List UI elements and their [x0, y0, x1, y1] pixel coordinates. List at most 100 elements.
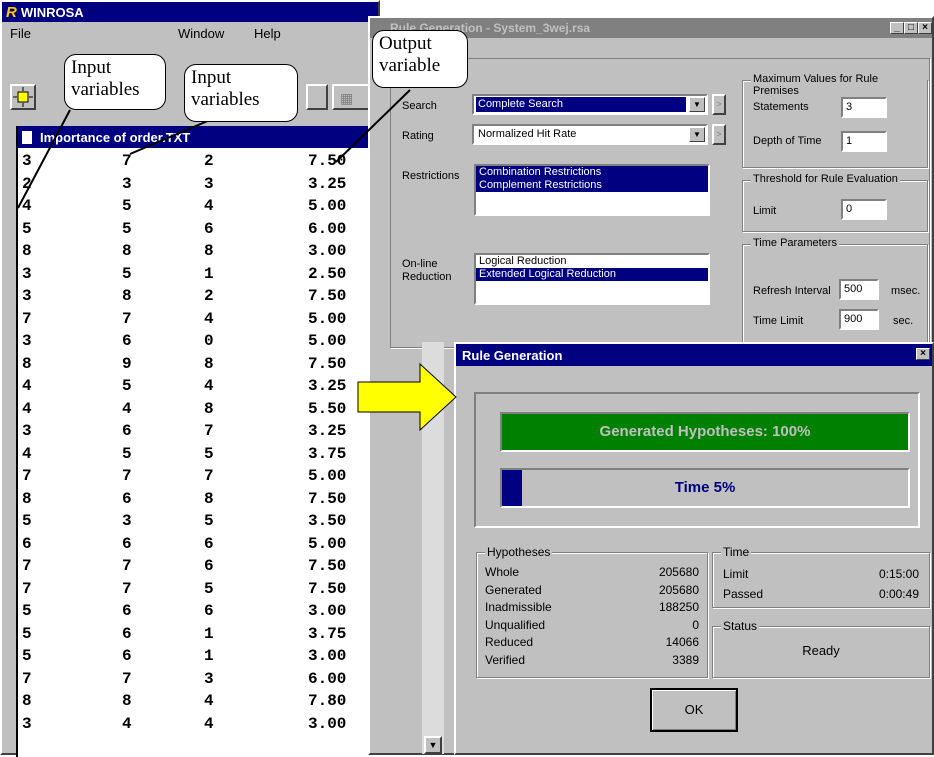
table-row: 8 8 4 7.80 — [18, 692, 378, 714]
vertical-scrollbar[interactable] — [422, 342, 444, 754]
table-cell: 3.00 — [308, 242, 347, 260]
maximize-button[interactable]: □ — [904, 22, 918, 34]
progress-close-button[interactable]: × — [916, 348, 930, 360]
rating-combo[interactable]: Normalized Hit Rate ▼ — [472, 124, 708, 145]
close-button[interactable]: × — [918, 22, 932, 34]
time-legend: Time — [721, 545, 752, 559]
timelimit-field[interactable]: 900 — [839, 309, 879, 330]
table-cell: 2 — [22, 174, 32, 193]
table-cell: 4 — [122, 714, 132, 733]
table-cell: 5 — [122, 264, 132, 283]
search-label: Search — [402, 100, 437, 112]
chevron-down-icon[interactable]: ▼ — [689, 127, 705, 142]
table-cell: 5.50 — [308, 399, 347, 418]
rating-label: Rating — [402, 130, 434, 142]
hypotheses-progress-bar: Generated Hypotheses: 100% — [500, 412, 910, 452]
table-cell: 5 — [122, 444, 132, 463]
table-cell: 2 — [204, 152, 214, 170]
list-item[interactable]: Extended Logical Reduction — [476, 268, 708, 281]
time-group: Time Limit 0:15:00 Passed 0:00:49 — [712, 545, 930, 608]
time-params-legend: Time Parameters — [751, 237, 839, 249]
table-cell: 7 — [22, 579, 32, 598]
grid-icon: ▦ — [340, 90, 354, 106]
table-cell: 8 — [22, 489, 32, 508]
table-cell: 6 — [122, 534, 132, 553]
table-cell: 6 — [122, 489, 132, 508]
restrictions-list[interactable]: Combination Restrictions Complement Rest… — [474, 164, 710, 216]
time-row-label: Limit — [723, 567, 749, 581]
table-cell: 4 — [204, 714, 214, 733]
table-cell: 5 — [122, 377, 132, 395]
table-cell: 4 — [204, 377, 214, 395]
table-row: 7 7 7 5.00 — [18, 467, 378, 489]
callout-output-line1: Output — [379, 33, 432, 54]
refresh-label: Refresh Interval — [753, 285, 831, 297]
table-cell: 5 — [122, 197, 132, 215]
limit-field[interactable]: 0 — [841, 199, 887, 220]
ok-button-label: OK — [684, 702, 704, 717]
table-cell: 8 — [22, 354, 32, 373]
table-cell: 4 — [122, 399, 132, 418]
table-cell: 3 — [22, 332, 32, 350]
table-cell: 4 — [22, 444, 32, 463]
menu-help[interactable]: Help — [254, 26, 281, 41]
menu-window[interactable]: Window — [178, 26, 224, 41]
table-cell: 1 — [204, 624, 214, 643]
online-reduction-list[interactable]: Logical Reduction Extended Logical Reduc… — [474, 253, 710, 305]
table-cell: 3.00 — [308, 714, 347, 733]
table-cell: 6.00 — [308, 219, 347, 238]
depth-label: Depth of Time — [753, 135, 822, 147]
callout-output-variable: Output variable — [372, 30, 468, 88]
scroll-down-button[interactable]: ▼ — [424, 736, 442, 754]
search-next-button[interactable]: > — [712, 94, 726, 115]
table-cell: 7 — [22, 309, 32, 328]
table-cell: 6 — [122, 422, 132, 440]
status-legend: Status — [721, 619, 760, 633]
table-row: 5 6 1 3.75 — [18, 625, 378, 647]
table-row: 6 6 6 5.00 — [18, 535, 378, 557]
table-row: 7 7 6 7.50 — [18, 557, 378, 579]
table-cell: 6.00 — [308, 669, 347, 688]
winrosa-titlebar[interactable]: R WINROSA — [2, 2, 378, 22]
callout-input2-line1: Input — [191, 67, 232, 88]
search-combo[interactable]: Complete Search ▼ — [472, 94, 708, 115]
table-cell: 8 — [204, 242, 214, 260]
table-cell: 7.50 — [308, 557, 347, 575]
refresh-field[interactable]: 500 — [839, 279, 879, 300]
table-cell: 5 — [204, 512, 214, 530]
list-item[interactable]: Complement Restrictions — [476, 179, 708, 192]
search-value: Complete Search — [476, 97, 686, 112]
callout-input-variables-1: Input variables — [64, 54, 166, 110]
menu-file[interactable]: File — [10, 26, 31, 41]
table-row: 8 8 8 3.00 — [18, 242, 378, 264]
rating-next-button[interactable]: > — [712, 124, 726, 145]
statements-field[interactable]: 3 — [841, 97, 887, 118]
table-cell: 8 — [22, 242, 32, 260]
table-row: 5 3 5 3.50 — [18, 512, 378, 534]
table-cell: 7 — [204, 467, 214, 485]
list-item[interactable]: Combination Restrictions — [476, 166, 708, 179]
toolbar-button-2[interactable] — [306, 84, 328, 110]
run-tool-button[interactable] — [10, 84, 36, 110]
table-cell: 3.50 — [308, 512, 347, 530]
table-cell: 3 — [204, 174, 214, 193]
minimize-button[interactable]: _ — [890, 22, 904, 34]
table-cell: 6 — [204, 602, 214, 620]
document-icon — [22, 130, 32, 144]
ok-button[interactable]: OK — [650, 688, 738, 732]
progress-titlebar[interactable]: Rule Generation — [456, 344, 932, 366]
chevron-down-icon[interactable]: ▼ — [689, 97, 705, 112]
document-title: Importance of order.TXT — [40, 129, 191, 145]
table-cell: 7.50 — [308, 287, 347, 305]
table-cell: 9 — [122, 354, 132, 373]
document-titlebar[interactable]: Importance of order.TXT — [18, 126, 378, 148]
table-cell: 6 — [22, 534, 32, 553]
table-cell: 1 — [204, 647, 214, 665]
table-cell: 5 — [22, 219, 32, 238]
depth-field[interactable]: 1 — [841, 131, 887, 152]
table-row: 4 4 8 5.50 — [18, 400, 378, 422]
table-cell: 8 — [122, 287, 132, 305]
table-row: 4 5 4 3.25 — [18, 377, 378, 399]
table-cell: 5.00 — [308, 309, 347, 328]
list-item[interactable]: Logical Reduction — [476, 255, 708, 268]
